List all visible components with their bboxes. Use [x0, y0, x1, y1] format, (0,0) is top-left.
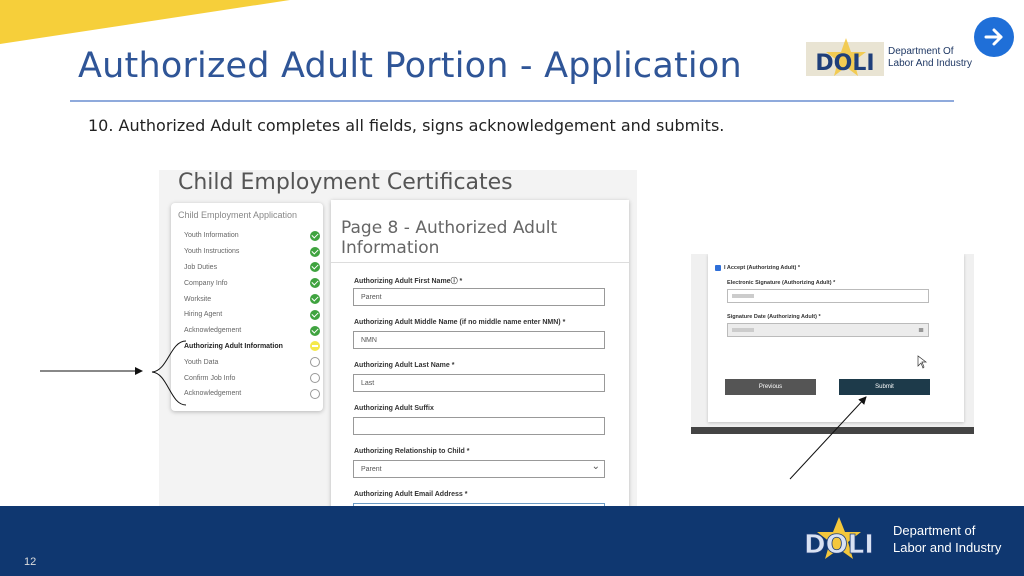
empty-circle-icon [310, 388, 320, 399]
title-divider [70, 100, 954, 102]
first-name-input[interactable]: Parent [353, 288, 605, 306]
step-confirm-job-info[interactable]: Confirm Job Info [184, 370, 320, 386]
doli-star-logo-icon: DOLI [804, 517, 874, 560]
corner-accent [0, 0, 290, 44]
step-label: Company Info [184, 279, 228, 287]
accept-checkbox[interactable] [715, 265, 721, 271]
nav-header: Child Employment Application [178, 210, 298, 220]
page-number: 12 [24, 556, 37, 568]
relationship-select[interactable]: Parent [353, 460, 605, 478]
empty-circle-icon [310, 357, 320, 368]
screenshot-bottom-bar [691, 427, 974, 434]
doli-star-logo-icon: DOLI [806, 38, 884, 76]
logo-line-2: Labor and Industry [893, 540, 1002, 555]
logo-line-2: Labor And Industry [888, 58, 972, 69]
logo-line-1: Department Of [888, 46, 954, 57]
step-label: Job Duties [184, 263, 218, 271]
form-title: Page 8 - Authorized Adult Information [341, 218, 558, 258]
signature-date-input[interactable]: ≣ [727, 323, 929, 337]
step-authorizing-adult-information[interactable]: Authorizing Adult Information [184, 339, 320, 355]
last-name-label: Authorizing Adult Last Name * [354, 362, 455, 369]
submit-button[interactable]: Submit [839, 379, 930, 395]
calendar-icon[interactable]: ≣ [918, 326, 924, 334]
step-description: 10. Authorized Adult completes all field… [88, 116, 725, 135]
step-label: Acknowledgement [184, 327, 242, 335]
step-label: Youth Data [184, 358, 219, 366]
previous-button[interactable]: Previous [725, 379, 816, 395]
form-divider [331, 262, 629, 263]
check-icon [310, 278, 320, 289]
signature-date-label: Signature Date (Authorizing Adult) * [727, 314, 821, 320]
empty-circle-icon [310, 373, 320, 384]
application-steps-nav: Child Employment Application Youth Infor… [171, 203, 323, 411]
doli-logo-top: DOLI Department Of Labor And Industry [806, 30, 974, 86]
logo-abbr: DOLI [804, 530, 874, 560]
signature-value-redacted [732, 294, 754, 298]
first-name-label: Authorizing Adult First Nameⓘ * [354, 278, 463, 285]
check-icon [310, 262, 320, 273]
check-icon [310, 246, 320, 257]
arrow-right-icon [984, 28, 1003, 46]
step-label: Youth Instructions [184, 248, 240, 256]
doli-logo-bottom: DOLI Department of Labor and Industry [793, 517, 1001, 561]
relationship-label: Authorizing Relationship to Child * [354, 448, 470, 455]
page-title: Authorized Adult Portion - Application [78, 46, 742, 86]
middle-name-label: Authorizing Adult Middle Name (if no mid… [354, 319, 566, 326]
step-worksite[interactable]: Worksite [184, 291, 320, 307]
logo-text: Department of Labor and Industry [893, 522, 1001, 556]
in-progress-icon [310, 341, 320, 352]
step-final-acknowledgement[interactable]: Acknowledgement [184, 386, 320, 402]
signature-input[interactable] [727, 289, 929, 303]
step-label: Worksite [184, 295, 212, 303]
signature-label: Electronic Signature (Authorizing Adult)… [727, 280, 836, 286]
suffix-input[interactable] [353, 417, 605, 435]
step-youth-data[interactable]: Youth Data [184, 354, 320, 370]
application-screenshot: Child Employment Certificates Child Empl… [159, 170, 637, 510]
step-youth-information[interactable]: Youth Information [184, 228, 320, 244]
step-label: Authorizing Adult Information [184, 342, 283, 350]
email-label: Authorizing Adult Email Address * [354, 491, 468, 498]
step-youth-instructions[interactable]: Youth Instructions [184, 244, 320, 260]
step-hiring-agent[interactable]: Hiring Agent [184, 307, 320, 323]
step-label: Youth Information [184, 232, 239, 240]
check-icon [310, 325, 320, 336]
step-company-info[interactable]: Company Info [184, 275, 320, 291]
step-job-duties[interactable]: Job Duties [184, 260, 320, 276]
submit-screenshot: I Accept (Authorizing Adult) * Electroni… [691, 254, 974, 434]
logo-text: Department Of Labor And Industry [888, 46, 972, 70]
step-label: Confirm Job Info [184, 374, 236, 382]
logo-abbr: DOLI [815, 51, 874, 76]
slide: Authorized Adult Portion - Application 1… [0, 0, 1024, 576]
check-icon [310, 230, 320, 241]
date-value-redacted [732, 328, 754, 332]
check-icon [310, 294, 320, 305]
logo-line-1: Department of [893, 523, 976, 538]
steps-list: Youth Information Youth Instructions Job… [184, 228, 320, 402]
next-slide-button[interactable] [974, 17, 1014, 57]
app-title: Child Employment Certificates [178, 170, 513, 195]
middle-name-input[interactable]: NMN [353, 331, 605, 349]
accept-label: I Accept (Authorizing Adult) * [724, 265, 800, 271]
last-name-input[interactable]: Last [353, 374, 605, 392]
acknowledgement-card: I Accept (Authorizing Adult) * Electroni… [708, 254, 964, 422]
suffix-label: Authorizing Adult Suffix [354, 405, 434, 412]
step-acknowledgement[interactable]: Acknowledgement [184, 323, 320, 339]
step-label: Acknowledgement [184, 390, 242, 398]
step-label: Hiring Agent [184, 311, 223, 319]
check-icon [310, 309, 320, 320]
authorized-adult-form: Page 8 - Authorized Adult Information Au… [331, 200, 629, 510]
